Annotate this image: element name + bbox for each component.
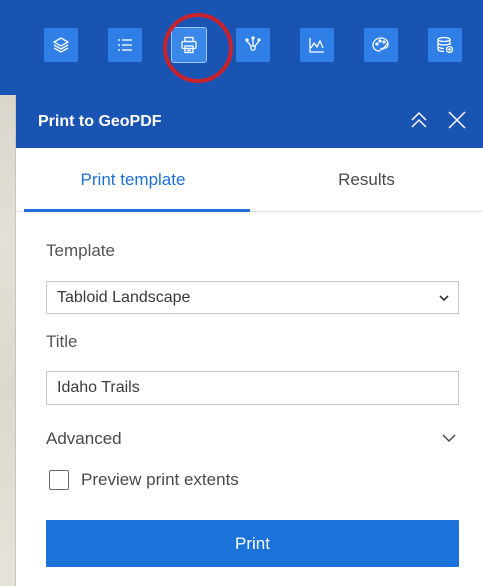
layers-button[interactable] — [44, 28, 78, 62]
map-background — [0, 95, 16, 586]
preview-extents-option[interactable]: Preview print extents — [49, 466, 239, 494]
close-icon[interactable] — [445, 108, 469, 132]
add-data-button[interactable] — [428, 28, 462, 62]
widget-toolbar — [0, 0, 483, 95]
collapse-up-icon[interactable] — [407, 108, 431, 132]
panel-header: Print to GeoPDF — [16, 95, 483, 148]
printer-icon — [181, 36, 197, 54]
basemap-style-button[interactable] — [364, 28, 398, 62]
print-tool-button[interactable] — [171, 27, 207, 63]
network-icon — [245, 36, 261, 51]
layers-icon — [52, 37, 70, 53]
panel-tabs: Print template Results — [16, 148, 483, 212]
palette-icon — [372, 37, 389, 52]
preview-extents-label: Preview print extents — [81, 470, 239, 489]
active-tab-indicator — [24, 209, 250, 212]
preview-extents-checkbox[interactable] — [49, 470, 69, 490]
panel-title: Print to GeoPDF — [38, 112, 162, 130]
template-label: Template — [46, 241, 115, 260]
chevron-down-icon — [439, 295, 449, 302]
tab-results[interactable]: Results — [250, 148, 483, 212]
print-button[interactable]: Print — [46, 520, 459, 567]
title-input-value: Idaho Trails — [57, 379, 140, 396]
chart-icon — [309, 38, 324, 53]
legend-list-button[interactable] — [108, 28, 142, 62]
print-panel: Print to GeoPDF Print template Results T… — [16, 95, 483, 586]
tab-print-template[interactable]: Print template — [16, 148, 250, 212]
list-icon — [118, 39, 132, 51]
chevron-down-icon — [442, 434, 456, 442]
network-tool-button[interactable] — [236, 28, 270, 62]
template-select[interactable]: Tabloid Landscape — [46, 281, 459, 314]
title-input[interactable]: Idaho Trails — [46, 371, 459, 405]
elevation-profile-button[interactable] — [300, 28, 334, 62]
template-select-value: Tabloid Landscape — [57, 288, 191, 306]
database-add-icon — [437, 36, 454, 54]
advanced-label: Advanced — [46, 429, 122, 448]
advanced-toggle[interactable]: Advanced — [46, 425, 459, 453]
title-label: Title — [46, 332, 78, 351]
